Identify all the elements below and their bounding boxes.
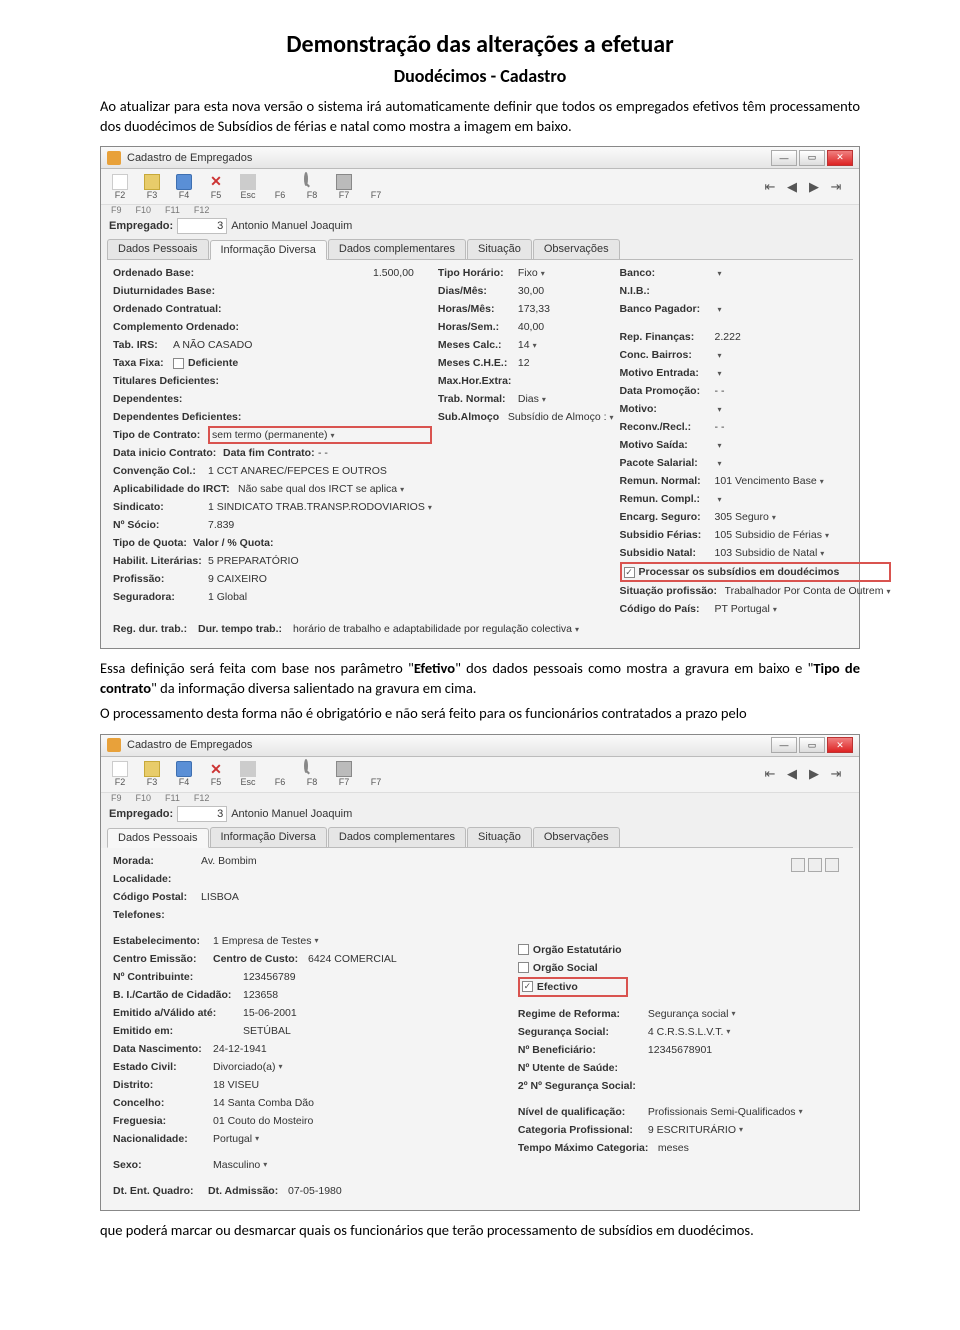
tb-save[interactable]: F4 (171, 174, 197, 200)
tab-situacao[interactable]: Situação (467, 239, 532, 259)
nav-prev-icon[interactable]: ◀ (783, 766, 801, 782)
tab-dados-pessoais[interactable]: Dados Pessoais (107, 239, 209, 259)
intro-paragraph: Ao atualizar para esta nova versão o sis… (100, 97, 860, 136)
orgao-estatutario-checkbox[interactable]: Orgão Estatutário (518, 944, 622, 956)
window-cadastro-2: Cadastro de Empregados — ▭ ✕ F2 F3 F4 ✕F… (100, 734, 860, 1211)
tb-new[interactable]: F2 (107, 761, 133, 787)
page-subtitle: Duodécimos - Cadastro (100, 65, 860, 87)
maximize-button[interactable]: ▭ (799, 737, 825, 753)
toolbar: F2 F3 F4 ✕F5 Esc F6 F8 F7 F7 ⇤ ◀ ▶ ⇥ (101, 169, 859, 205)
tb-print[interactable]: F7 (331, 761, 357, 787)
processar-duodecimos-checkbox[interactable]: Processar os subsídios em doudécimos (624, 566, 840, 578)
close-button[interactable]: ✕ (827, 737, 853, 753)
empregado-name: Antonio Manuel Joaquim (231, 220, 352, 232)
tb-delete[interactable]: ✕F5 (203, 174, 229, 200)
tab-observacoes[interactable]: Observações (533, 827, 620, 847)
window-title: Cadastro de Empregados (127, 739, 252, 751)
efectivo-checkbox[interactable]: Efectivo (522, 981, 578, 993)
nav-next-icon[interactable]: ▶ (805, 766, 823, 782)
empregado-name: Antonio Manuel Joaquim (231, 808, 352, 820)
nav-first-icon[interactable]: ⇤ (761, 179, 779, 195)
tb-f7b[interactable]: F7 (363, 761, 389, 787)
tipo-contrato-field[interactable]: sem termo (permanente) (208, 426, 432, 444)
tb-esc[interactable]: Esc (235, 174, 261, 200)
app-icon (107, 738, 121, 752)
nav-next-icon[interactable]: ▶ (805, 179, 823, 195)
toolbar: F2 F3 F4 ✕F5 Esc F6 F8 F7 F7 ⇤ ◀ ▶ ⇥ (101, 757, 859, 793)
tabs: Dados Pessoais Informação Diversa Dados … (107, 239, 853, 260)
titlebar: Cadastro de Empregados — ▭ ✕ (101, 147, 859, 169)
tb-esc[interactable]: Esc (235, 761, 261, 787)
para-4: que poderá marcar ou desmarcar quais os … (100, 1221, 860, 1241)
tab-dados-complementares[interactable]: Dados complementares (328, 239, 466, 259)
nav-first-icon[interactable]: ⇤ (761, 766, 779, 782)
tb-print[interactable]: F7 (331, 174, 357, 200)
empregado-label: Empregado: (109, 808, 173, 820)
para-3: O processamento desta forma não é obriga… (100, 704, 860, 724)
tb-f7b[interactable]: F7 (363, 174, 389, 200)
nav-prev-icon[interactable]: ◀ (783, 179, 801, 195)
window-cadastro-1: Cadastro de Empregados — ▭ ✕ F2 F3 F4 ✕F… (100, 146, 860, 649)
tb-f6[interactable]: F6 (267, 174, 293, 200)
tab-situacao[interactable]: Situação (467, 827, 532, 847)
app-icon (107, 151, 121, 165)
tb-delete[interactable]: ✕F5 (203, 761, 229, 787)
window-title: Cadastro de Empregados (127, 152, 252, 164)
nav-last-icon[interactable]: ⇥ (827, 179, 845, 195)
tb-search[interactable]: F8 (299, 174, 325, 200)
tab-informacao-diversa[interactable]: Informação Diversa (210, 240, 327, 260)
nav-last-icon[interactable]: ⇥ (827, 766, 845, 782)
close-button[interactable]: ✕ (827, 150, 853, 166)
empregado-id[interactable]: 3 (177, 218, 227, 234)
scan-icon[interactable] (808, 858, 822, 872)
maximize-button[interactable]: ▭ (799, 150, 825, 166)
tb-open[interactable]: F3 (139, 174, 165, 200)
page-title: Demonstração das alterações a efetuar (100, 30, 860, 59)
minimize-button[interactable]: — (771, 150, 797, 166)
empregado-label: Empregado: (109, 220, 173, 232)
para-2: Essa definição será feita com base nos p… (100, 659, 860, 698)
orgao-social-checkbox[interactable]: Orgão Social (518, 962, 598, 974)
tb-f6[interactable]: F6 (267, 761, 293, 787)
minimize-button[interactable]: — (771, 737, 797, 753)
photo-icon[interactable] (791, 858, 805, 872)
tab-informacao-diversa[interactable]: Informação Diversa (210, 827, 327, 847)
tb-open[interactable]: F3 (139, 761, 165, 787)
titlebar: Cadastro de Empregados — ▭ ✕ (101, 735, 859, 757)
empregado-id[interactable]: 3 (177, 806, 227, 822)
tab-observacoes[interactable]: Observações (533, 239, 620, 259)
tab-dados-pessoais[interactable]: Dados Pessoais (107, 828, 209, 848)
tb-save[interactable]: F4 (171, 761, 197, 787)
folder-icon[interactable] (825, 858, 839, 872)
tabs: Dados Pessoais Informação Diversa Dados … (107, 827, 853, 848)
tab-dados-complementares[interactable]: Dados complementares (328, 827, 466, 847)
tb-new[interactable]: F2 (107, 174, 133, 200)
tb-search[interactable]: F8 (299, 761, 325, 787)
deficiente-checkbox[interactable]: Deficiente (173, 357, 238, 369)
